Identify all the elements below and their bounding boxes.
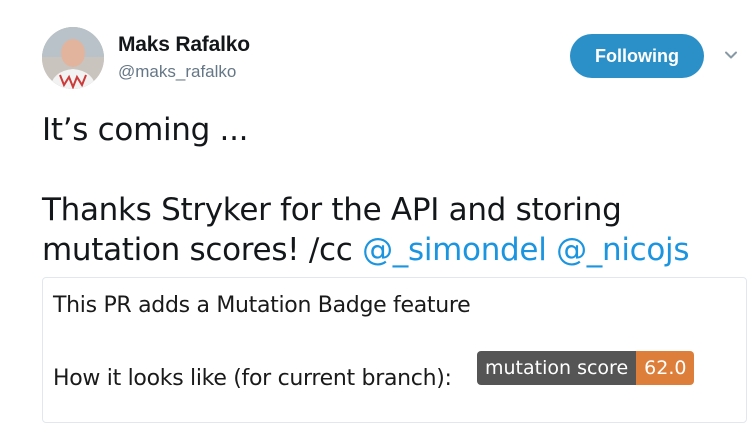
card-text: This PR adds a Mutation Badge feature [53,293,471,318]
card-text: How it looks like (for current branch): [53,366,452,391]
mention-link[interactable]: @_simondel [362,232,547,268]
following-button[interactable]: Following [570,34,704,78]
avatar[interactable] [42,27,104,89]
tweet-line: mutation scores! /cc @_simondel @_nicojs [42,230,742,270]
tweet-text-segment: mutation scores! /cc [42,232,363,268]
tweet-line: Thanks Stryker for the API and storing [42,192,622,228]
display-name[interactable]: Maks Rafalko [118,33,250,57]
avatar-image [42,27,104,89]
chevron-down-icon[interactable] [724,48,738,62]
tweet-text: It’s coming ... Thanks Stryker for the A… [42,110,742,270]
username[interactable]: @maks_rafalko [118,62,236,82]
quoted-card[interactable]: This PR adds a Mutation Badge feature Ho… [42,277,747,423]
badge-value: 62.0 [636,351,695,385]
tweet-line: It’s coming ... [42,112,249,148]
badge-label: mutation score [477,351,637,385]
mention-link[interactable]: @_nicojs [556,232,689,268]
mutation-score-badge: mutation score 62.0 [477,351,695,385]
